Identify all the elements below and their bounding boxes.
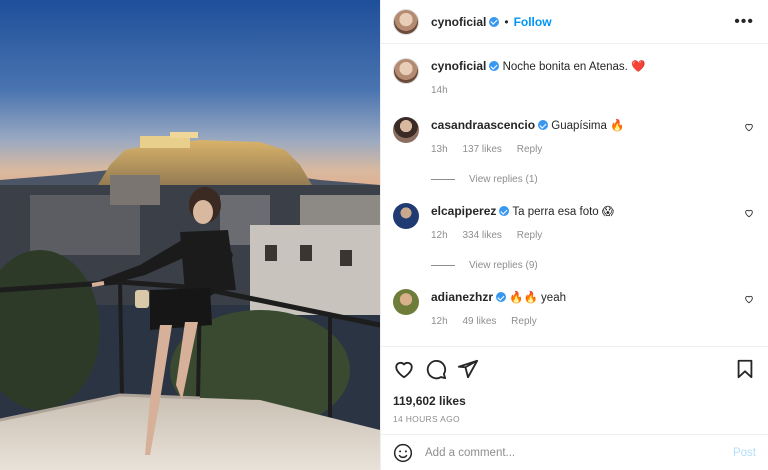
caption-avatar[interactable] xyxy=(393,58,419,84)
comment-username[interactable]: adianezhzr xyxy=(431,290,493,304)
comment-time: 13h xyxy=(431,144,448,155)
caption-username[interactable]: cynoficial xyxy=(431,59,486,73)
comments-list[interactable]: cynoficial Noche bonita en Atenas. ❤️ 14… xyxy=(381,44,768,346)
comment-item: elcapiperez Ta perra esa foto 😱 12h 334 … xyxy=(393,203,756,244)
caption-text: Noche bonita en Atenas. ❤️ xyxy=(502,61,646,73)
author-username[interactable]: cynoficial xyxy=(431,15,486,29)
post-photo[interactable] xyxy=(0,0,380,470)
more-options-icon[interactable]: ••• xyxy=(734,13,754,31)
comment-username[interactable]: elcapiperez xyxy=(431,204,496,218)
action-bar xyxy=(381,346,768,390)
add-comment-bar: Post xyxy=(381,434,768,470)
caption-time: 14h xyxy=(431,85,448,96)
paper-plane-icon[interactable] xyxy=(457,358,479,380)
instagram-post: cynoficial • Follow ••• cynoficial Noche… xyxy=(0,0,768,470)
author-avatar[interactable] xyxy=(393,8,419,35)
view-replies-button[interactable]: View replies (1) xyxy=(431,174,756,185)
post-comment-button[interactable]: Post xyxy=(733,447,756,459)
verified-icon xyxy=(496,292,507,302)
view-replies-button[interactable]: View replies (9) xyxy=(431,260,756,271)
comment-time: 12h xyxy=(431,316,448,327)
verified-icon xyxy=(489,61,500,71)
comment-time: 12h xyxy=(431,230,448,241)
likes-count[interactable]: 119,602 likes xyxy=(381,390,768,408)
comment-likes[interactable]: 49 likes xyxy=(462,316,496,327)
verified-icon xyxy=(489,16,500,27)
caption: cynoficial Noche bonita en Atenas. ❤️ 14… xyxy=(393,44,756,99)
post-timestamp: 14 HOURS AGO xyxy=(393,414,460,424)
follow-button[interactable]: Follow xyxy=(514,15,552,29)
comments-panel: cynoficial • Follow ••• cynoficial Noche… xyxy=(380,0,768,470)
comment-username[interactable]: casandraascencio xyxy=(431,118,535,132)
reply-button[interactable]: Reply xyxy=(511,316,537,327)
comment-icon[interactable] xyxy=(425,358,447,380)
verified-icon xyxy=(499,206,510,216)
comment-text: Ta perra esa foto 😱 xyxy=(512,206,614,218)
commenter-avatar[interactable] xyxy=(393,117,419,143)
separator-dot: • xyxy=(504,14,509,29)
like-comment-heart-icon[interactable] xyxy=(744,122,754,132)
bookmark-icon[interactable] xyxy=(734,358,756,380)
comment-text: Guapísima 🔥 xyxy=(551,120,625,132)
post-header: cynoficial • Follow ••• xyxy=(381,0,768,44)
reply-button[interactable]: Reply xyxy=(517,230,543,241)
reply-button[interactable]: Reply xyxy=(517,144,543,155)
heart-icon[interactable] xyxy=(393,358,415,380)
comment-likes[interactable]: 334 likes xyxy=(462,230,501,241)
photo-image xyxy=(0,0,380,470)
commenter-avatar[interactable] xyxy=(393,289,419,315)
like-comment-heart-icon[interactable] xyxy=(744,294,754,304)
comment-item: adianezhzr 🔥🔥 yeah 12h 49 likes Reply xyxy=(393,289,756,330)
smiley-icon[interactable] xyxy=(393,443,413,463)
like-comment-heart-icon[interactable] xyxy=(744,208,754,218)
comment-likes[interactable]: 137 likes xyxy=(462,144,501,155)
comment-text: 🔥🔥 yeah xyxy=(509,292,566,304)
verified-icon xyxy=(538,120,549,130)
comment-item: casandraascencio Guapísima 🔥 13h 137 lik… xyxy=(393,117,756,158)
commenter-avatar[interactable] xyxy=(393,203,419,229)
add-comment-input[interactable] xyxy=(425,446,733,459)
